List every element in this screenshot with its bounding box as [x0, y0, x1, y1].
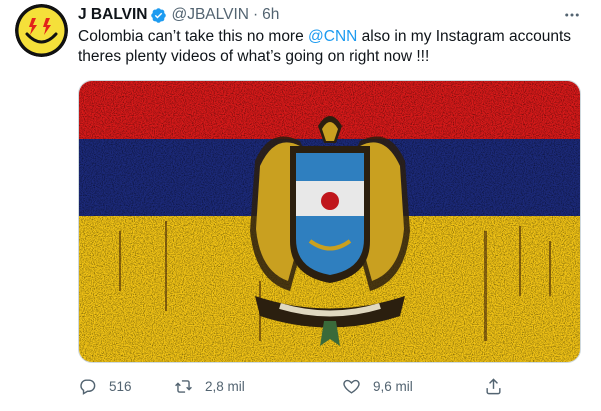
separator: ·: [252, 6, 259, 23]
tweet-header: J BALVIN @JBALVIN · 6h: [78, 6, 279, 24]
tweet-image[interactable]: [78, 80, 581, 363]
action-bar: 516 2,8 mil 9,6 mil: [78, 374, 583, 398]
reply-icon: [80, 378, 96, 395]
more-icon: [565, 13, 579, 17]
retweet-button[interactable]: 2,8 mil: [174, 374, 245, 398]
mention-link[interactable]: @CNN: [308, 28, 357, 45]
avatar[interactable]: [15, 4, 68, 57]
timestamp[interactable]: 6h: [262, 6, 279, 24]
display-name[interactable]: J BALVIN: [78, 6, 147, 24]
tweet-text: Colombia can’t take this no more @CNN al…: [78, 27, 583, 67]
like-button[interactable]: 9,6 mil: [342, 374, 413, 398]
colombia-flag-image: [79, 81, 580, 362]
more-button[interactable]: [560, 6, 584, 24]
share-button[interactable]: [484, 374, 515, 398]
like-icon: [343, 379, 360, 394]
handle[interactable]: @JBALVIN: [171, 6, 248, 24]
retweet-count: 2,8 mil: [205, 378, 245, 394]
reply-count: 516: [109, 378, 132, 394]
verified-badge-icon: [151, 7, 167, 23]
like-count: 9,6 mil: [373, 378, 413, 394]
tweet: J BALVIN @JBALVIN · 6h Colombia can’t ta…: [0, 0, 601, 411]
share-icon: [486, 377, 501, 394]
retweet-icon: [175, 379, 192, 393]
reply-button[interactable]: 516: [78, 374, 132, 398]
smiley-avatar-icon: [15, 4, 68, 57]
tweet-text-start: Colombia can’t take this no more: [78, 28, 309, 45]
